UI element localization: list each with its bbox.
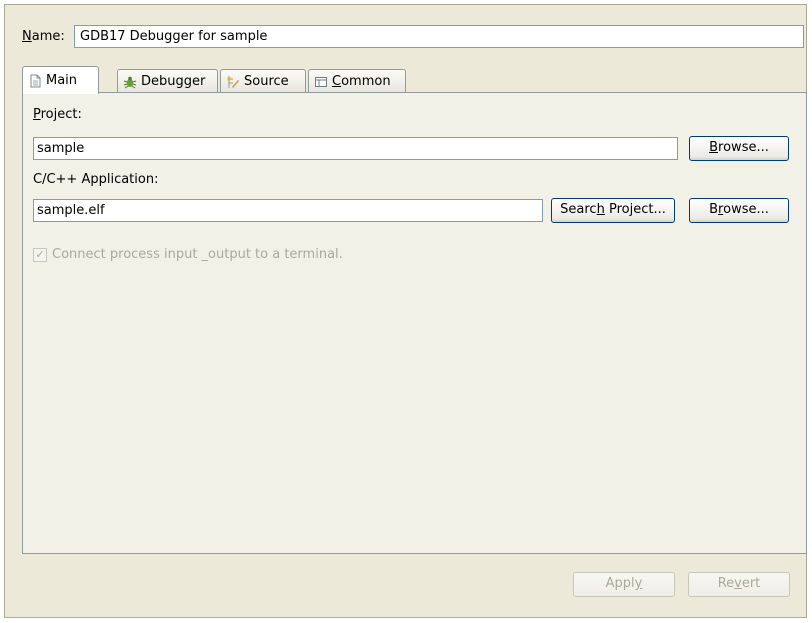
apply-button[interactable]: Apply <box>573 572 675 597</box>
debugger-icon <box>123 75 137 89</box>
tab-common-label-rest: ommon <box>341 74 391 89</box>
search-project-button[interactable]: Search Project... <box>551 198 675 223</box>
tab-source[interactable]: Source <box>220 69 306 93</box>
browse-project-button[interactable]: Browse... <box>689 136 789 161</box>
revert-rest: ert <box>741 576 761 591</box>
launch-config-dialog: Name: GDB17 Debugger for sample Main Deb… <box>4 4 807 618</box>
search-project-rest: Project... <box>604 202 666 217</box>
browse-application-button[interactable]: Browse... <box>689 198 789 223</box>
project-label-mnemonic: P <box>33 107 41 122</box>
search-project-pre: Searc <box>560 202 597 217</box>
main-icon <box>28 74 42 88</box>
common-icon <box>314 75 328 89</box>
search-project-mnemonic: h <box>596 202 605 217</box>
revert-button[interactable]: Revert <box>688 572 790 597</box>
tab-common-label: Common <box>332 74 391 89</box>
name-label-rest: ame: <box>31 29 65 44</box>
application-field[interactable]: sample.elf <box>33 199 543 222</box>
apply-mnemonic: y <box>634 576 643 591</box>
tab-main[interactable]: Main <box>22 66 99 94</box>
browse-application-rest: owse... <box>723 202 769 217</box>
revert-mnemonic: v <box>734 576 742 591</box>
source-icon <box>226 75 240 89</box>
terminal-checkbox-label: Connect process input _output to a termi… <box>52 247 343 262</box>
browse-application-pre: B <box>709 202 719 217</box>
tab-common-mnemonic: C <box>332 74 342 89</box>
tab-debugger[interactable]: Debugger <box>117 69 218 93</box>
app-label: C/C++ Application: <box>33 172 159 187</box>
tab-main-label: Main <box>46 73 78 88</box>
project-label-rest: roject: <box>40 107 82 122</box>
apply-pre: Appl <box>605 576 635 591</box>
revert-pre: Re <box>717 576 735 591</box>
browse-project-label: rowse... <box>718 140 769 155</box>
tab-debugger-label: Debugger <box>141 74 206 89</box>
browse-project-mnemonic: B <box>709 140 719 155</box>
tab-common[interactable]: Common <box>308 69 406 93</box>
main-tab-panel: Project: sample Browse... C/C++ Applicat… <box>22 92 807 554</box>
terminal-checkbox[interactable]: ✓ Connect process input _output to a ter… <box>33 247 343 262</box>
checkbox-check-icon: ✓ <box>33 247 47 262</box>
tab-source-label: Source <box>244 74 289 89</box>
project-label: Project: <box>33 107 82 123</box>
name-mnemonic: N <box>22 29 32 44</box>
name-label: Name: <box>22 28 65 46</box>
name-input[interactable]: GDB17 Debugger for sample <box>74 25 804 48</box>
project-field[interactable]: sample <box>33 137 678 160</box>
